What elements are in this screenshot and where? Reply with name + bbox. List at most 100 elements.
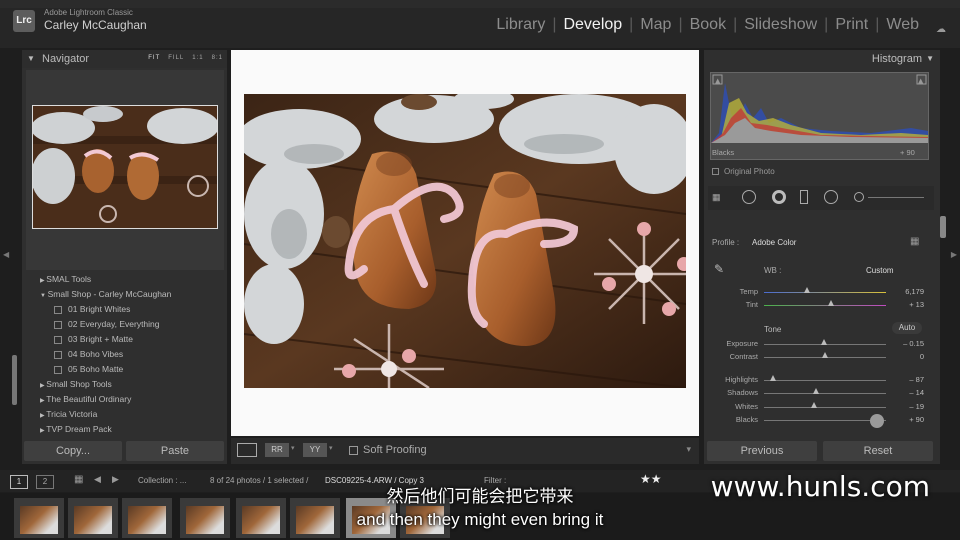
left-panel-toggle-icon[interactable]: ◀ — [3, 250, 9, 259]
preset-item[interactable]: 01 Bright Whites — [22, 302, 227, 317]
reset-button[interactable]: Reset — [823, 441, 933, 461]
copy-button[interactable]: Copy... — [24, 441, 122, 461]
collapse-triangle-icon[interactable]: ▼ — [27, 54, 35, 63]
collapse-triangle-icon[interactable]: ▼ — [926, 54, 934, 63]
preset-item[interactable]: 04 Boho Vibes — [22, 347, 227, 362]
histogram-readout-label: Blacks — [712, 148, 735, 157]
preset-item[interactable]: ▶ Small Shop Tools — [22, 377, 227, 392]
expanded-triangle-icon[interactable]: ▼ — [40, 293, 48, 299]
paste-button[interactable]: Paste — [126, 441, 224, 461]
slider-value[interactable]: + 90 — [888, 415, 924, 424]
navigator-header[interactable]: ▼ Navigator FIT FILL 1:1 8:1 — [22, 50, 227, 68]
preset-label: TVP Dream Pack — [46, 424, 112, 434]
right-panel-toggle-icon[interactable]: ▶ — [951, 250, 957, 259]
radial-filter-icon[interactable] — [824, 190, 838, 204]
svg-text:▲: ▲ — [715, 77, 721, 85]
slider-value[interactable]: + 13 — [888, 300, 924, 309]
module-web[interactable]: Web — [879, 16, 926, 34]
zoom-fill[interactable]: FILL — [168, 55, 184, 61]
graduated-filter-icon[interactable] — [800, 190, 808, 204]
preset-icon[interactable] — [54, 305, 62, 314]
preset-item[interactable]: ▶ TVP Dream Pack — [22, 422, 227, 437]
preset-item[interactable]: ▼ Small Shop - Carley McCaughan — [22, 287, 227, 302]
mouse-cursor-icon — [870, 414, 884, 428]
preset-item[interactable]: ▶ SMAL Tools — [22, 272, 227, 287]
navigator-zoom-options: FIT FILL 1:1 8:1 — [148, 55, 223, 61]
soft-proofing-label: Soft Proofing — [363, 444, 427, 456]
module-library[interactable]: Library — [489, 16, 552, 34]
preset-icon[interactable] — [54, 365, 62, 374]
slider-track[interactable] — [764, 393, 886, 394]
slider-track[interactable] — [764, 305, 886, 306]
preset-icon[interactable] — [54, 320, 62, 329]
left-scrollbar[interactable] — [12, 355, 17, 405]
original-photo-checkbox[interactable] — [712, 168, 719, 175]
soft-proofing-checkbox[interactable] — [349, 446, 358, 455]
toolbar-menu-icon[interactable]: ▾ — [686, 444, 691, 455]
preset-item[interactable]: 03 Bright + Matte — [22, 332, 227, 347]
slider-track[interactable] — [764, 380, 886, 381]
slider-value[interactable]: 6,179 — [888, 287, 924, 296]
slider-track[interactable] — [764, 407, 886, 408]
wb-eyedropper-icon[interactable]: ✎ — [714, 262, 724, 276]
brush-size-slider[interactable] — [868, 197, 924, 198]
auto-tone-button[interactable]: Auto — [892, 322, 922, 334]
preset-icon[interactable] — [54, 350, 62, 359]
adjustment-brush-icon[interactable] — [854, 192, 864, 202]
module-develop[interactable]: Develop — [556, 16, 629, 34]
slider-knob[interactable] — [820, 339, 827, 345]
spot-removal-icon[interactable] — [772, 190, 786, 204]
preset-item[interactable]: ▶ Tricia Victoria — [22, 407, 227, 422]
slider-label: Shadows — [727, 388, 758, 397]
preset-item[interactable]: ▶ The Beautiful Ordinary — [22, 392, 227, 407]
preset-icon[interactable] — [54, 335, 62, 344]
slider-label: Temp — [739, 287, 758, 296]
module-book[interactable]: Book — [683, 16, 733, 34]
slider-value[interactable]: – 19 — [888, 402, 924, 411]
svg-text:▲: ▲ — [918, 77, 924, 85]
grid-overlay-icon[interactable]: ▦ — [712, 192, 721, 203]
zoom-1-1[interactable]: 1:1 — [192, 55, 203, 61]
slider-value[interactable]: – 87 — [888, 375, 924, 384]
slider-value[interactable]: 0 — [888, 352, 924, 361]
preset-item[interactable]: 02 Everyday, Everything — [22, 317, 227, 332]
slider-knob[interactable] — [822, 352, 828, 358]
loupe-view-icon[interactable] — [237, 443, 257, 457]
module-slideshow[interactable]: Slideshow — [737, 16, 824, 34]
split-view-icon[interactable]: YY — [303, 443, 327, 457]
right-scrollbar[interactable] — [940, 216, 946, 238]
navigator-thumbnail[interactable] — [31, 105, 219, 229]
split-view-dropdown-icon[interactable]: ▾ — [329, 444, 333, 452]
slider-knob[interactable] — [803, 287, 810, 293]
module-map[interactable]: Map — [633, 16, 678, 34]
previous-button[interactable]: Previous — [707, 441, 817, 461]
slider-track[interactable] — [764, 420, 886, 421]
slider-label: Contrast — [729, 352, 758, 361]
profile-value[interactable]: Adobe Color — [752, 238, 796, 247]
cloud-sync-icon[interactable]: ☁ — [936, 24, 946, 35]
before-after-dropdown-icon[interactable]: ▾ — [291, 444, 295, 452]
slider-track[interactable] — [764, 292, 886, 293]
app-name: Adobe Lightroom Classic — [44, 8, 133, 17]
main-photo[interactable] — [237, 89, 694, 390]
before-after-icon[interactable]: RR — [265, 443, 289, 457]
crop-overlay-icon[interactable] — [742, 190, 756, 204]
tool-strip: ▦ — [708, 186, 934, 210]
slider-value[interactable]: – 14 — [888, 388, 924, 397]
zoom-8-1[interactable]: 8:1 — [212, 55, 223, 61]
wb-value[interactable]: Custom — [866, 266, 894, 275]
slider-label: Tint — [745, 300, 758, 309]
presets-list: ▶ SMAL Tools ▼ Small Shop - Carley McCaug… — [22, 272, 227, 437]
preset-item[interactable]: 05 Boho Matte — [22, 362, 227, 377]
profile-browser-icon[interactable]: ▦ — [910, 236, 919, 247]
module-print[interactable]: Print — [828, 16, 875, 34]
slider-knob[interactable] — [769, 375, 776, 381]
zoom-fit[interactable]: FIT — [148, 55, 160, 61]
histogram[interactable]: ▲ ▲ — [710, 72, 929, 160]
slider-knob[interactable] — [811, 402, 818, 408]
slider-value[interactable]: – 0.15 — [888, 339, 924, 348]
subtitle-english: and then they might even bring it — [356, 510, 604, 529]
slider-knob[interactable] — [813, 388, 820, 394]
histogram-header[interactable]: Histogram ▼ — [704, 50, 940, 68]
slider-knob[interactable] — [828, 300, 835, 306]
